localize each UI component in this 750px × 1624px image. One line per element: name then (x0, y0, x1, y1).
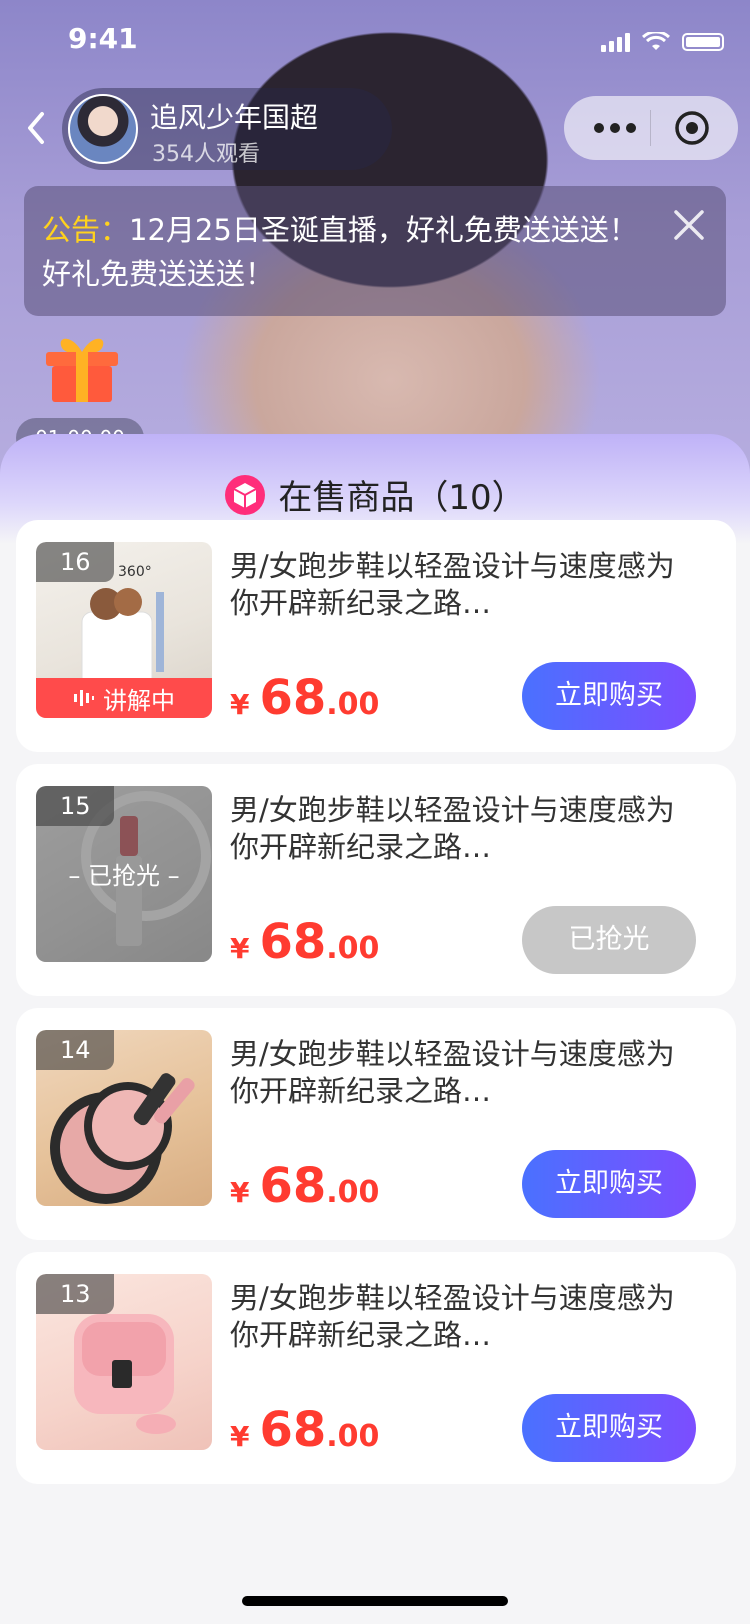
product-thumbnail[interactable]: 15 – 已抢光 – (36, 786, 212, 962)
price-decimal: .00 (326, 687, 380, 722)
product-panel: 在售商品（10） 360° 16 讲解中 男/女跑步鞋以轻盈设计与速度感为你开辟… (0, 434, 750, 1624)
price-integer: 68 (259, 1402, 327, 1458)
product-card[interactable]: 15 – 已抢光 – 男/女跑步鞋以轻盈设计与速度感为你开辟新纪录之路… ¥68… (16, 764, 736, 996)
close-miniprogram-icon[interactable] (674, 110, 710, 146)
product-title[interactable]: 男/女跑步鞋以轻盈设计与速度感为你开辟新纪录之路… (230, 548, 700, 622)
product-index: 14 (36, 1030, 114, 1070)
miniprogram-capsule (564, 96, 738, 160)
notice-content: 12月25日圣诞直播，好礼免费送送送！好礼免费送送送！ (42, 213, 638, 291)
notice-banner: 公告：12月25日圣诞直播，好礼免费送送送！好礼免费送送送！ (24, 186, 726, 316)
product-card[interactable]: 14 男/女跑步鞋以轻盈设计与速度感为你开辟新纪录之路… ¥68.00 立即购买 (16, 1008, 736, 1240)
buy-now-button[interactable]: 立即购买 (522, 662, 696, 730)
sold-out-overlay: – 已抢光 – (68, 862, 180, 890)
product-price: ¥68.00 (230, 1402, 379, 1458)
product-title[interactable]: 男/女跑步鞋以轻盈设计与速度感为你开辟新纪录之路… (230, 1280, 700, 1354)
avatar[interactable] (68, 94, 138, 164)
close-icon[interactable] (672, 208, 706, 242)
product-price: ¥68.00 (230, 1158, 379, 1214)
product-thumbnail[interactable]: 14 (36, 1030, 212, 1206)
status-time: 9:41 (68, 22, 138, 55)
product-thumbnail[interactable]: 360° 16 讲解中 (36, 542, 212, 718)
product-price: ¥68.00 (230, 670, 379, 726)
price-decimal: .00 (326, 1419, 380, 1454)
price-decimal: .00 (326, 931, 380, 966)
price-decimal: .00 (326, 1175, 380, 1210)
notice-text: 公告：12月25日圣诞直播，好礼免费送送送！好礼免费送送送！ (42, 208, 642, 296)
sold-out-button: 已抢光 (522, 906, 696, 974)
viewer-count: 354人观看 (152, 142, 260, 167)
anchor-info[interactable]: 追风少年国超 354人观看 (62, 88, 392, 170)
product-index: 13 (36, 1274, 114, 1314)
currency-symbol: ¥ (230, 932, 250, 965)
currency-symbol: ¥ (230, 1420, 250, 1453)
product-index: 15 (36, 786, 114, 826)
panel-title: 在售商品（10） (278, 478, 526, 518)
panel-header: 在售商品（10） (0, 470, 750, 519)
price-integer: 68 (259, 914, 327, 970)
product-card[interactable]: 360° 16 讲解中 男/女跑步鞋以轻盈设计与速度感为你开辟新纪录之路… ¥6… (16, 520, 736, 752)
home-indicator (242, 1596, 508, 1606)
battery-icon (682, 33, 724, 51)
signal-icon (601, 32, 630, 52)
explaining-label: 讲解中 (103, 686, 175, 715)
more-icon[interactable] (590, 118, 640, 138)
product-price: ¥68.00 (230, 914, 379, 970)
capsule-divider (650, 110, 651, 146)
gift-icon[interactable] (42, 332, 122, 404)
notice-label: 公告： (42, 213, 130, 247)
back-icon[interactable] (22, 108, 52, 148)
buy-now-button[interactable]: 立即购买 (522, 1150, 696, 1218)
price-integer: 68 (259, 670, 327, 726)
product-index: 16 (36, 542, 114, 582)
product-title[interactable]: 男/女跑步鞋以轻盈设计与速度感为你开辟新纪录之路… (230, 792, 700, 866)
currency-symbol: ¥ (230, 688, 250, 721)
audio-wave-icon (74, 690, 94, 706)
product-card[interactable]: 13 男/女跑步鞋以轻盈设计与速度感为你开辟新纪录之路… ¥68.00 立即购买 (16, 1252, 736, 1484)
anchor-name: 追风少年国超 (150, 101, 319, 134)
status-icons (601, 32, 724, 52)
box-icon (225, 474, 266, 515)
price-integer: 68 (259, 1158, 327, 1214)
product-title[interactable]: 男/女跑步鞋以轻盈设计与速度感为你开辟新纪录之路… (230, 1036, 700, 1110)
currency-symbol: ¥ (230, 1176, 250, 1209)
wifi-icon (642, 32, 670, 50)
product-thumbnail[interactable]: 13 (36, 1274, 212, 1450)
buy-now-button[interactable]: 立即购买 (522, 1394, 696, 1462)
svg-text:360°: 360° (118, 564, 152, 580)
explaining-tag: 讲解中 (36, 678, 212, 718)
